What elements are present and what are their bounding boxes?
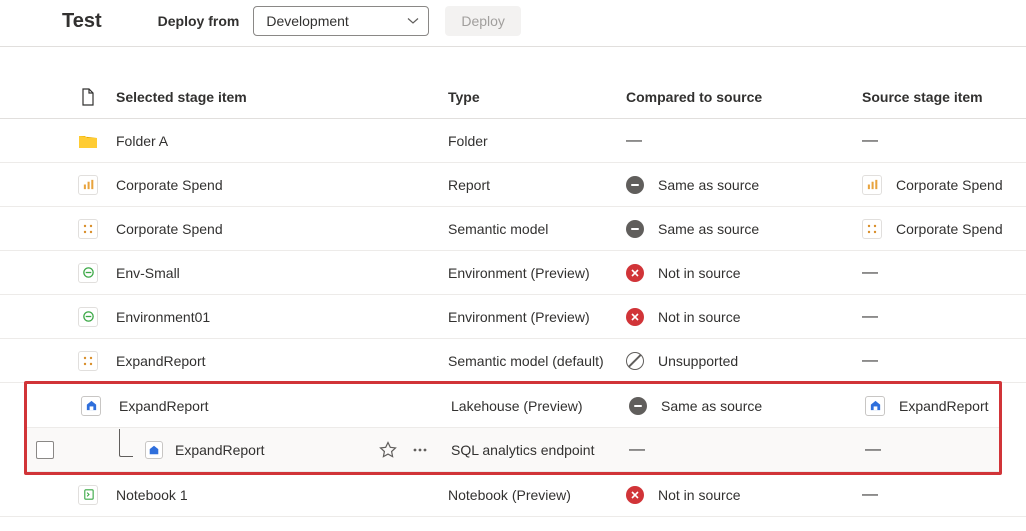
stage-header: Test Deploy from Development Deploy [0, 0, 1026, 47]
table-row[interactable]: Env-Small Environment (Preview) Not in s… [0, 251, 1026, 295]
file-icon [81, 88, 95, 106]
source-name: Corporate Spend [896, 177, 1003, 193]
item-name: ExpandReport [119, 398, 209, 414]
table-row[interactable]: Environment01 Environment (Preview) Not … [0, 295, 1026, 339]
item-name: Corporate Spend [116, 177, 223, 193]
row-checkbox[interactable] [36, 441, 54, 459]
stage-title: Test [62, 10, 102, 33]
status-same-icon [626, 220, 644, 238]
source-dash: — [862, 352, 878, 370]
compare-label: Same as source [658, 177, 759, 193]
status-unsupported-icon [626, 352, 644, 370]
header-compared[interactable]: Compared to source [626, 89, 862, 105]
header-icon-cell [60, 88, 116, 106]
deploy-button[interactable]: Deploy [445, 6, 521, 36]
header-source-item[interactable]: Source stage item [862, 89, 1026, 105]
item-name: Env-Small [116, 265, 180, 281]
item-type: Notebook (Preview) [448, 487, 571, 503]
table-row[interactable]: Corporate Spend Semantic model Same as s… [0, 207, 1026, 251]
more-options-icon[interactable] [411, 441, 429, 459]
semantic-model-icon [78, 219, 98, 239]
source-dash: — [862, 264, 878, 282]
compare-label: Not in source [658, 309, 740, 325]
item-type: SQL analytics endpoint [451, 442, 594, 458]
folder-icon [78, 133, 98, 149]
status-not-in-source-icon [626, 264, 644, 282]
item-name: Notebook 1 [116, 487, 188, 503]
report-icon [78, 175, 98, 195]
item-name: Environment01 [116, 309, 210, 325]
compare-dash: — [626, 132, 642, 150]
table-header-row: Selected stage item Type Compared to sou… [0, 75, 1026, 119]
source-stage-select[interactable]: Development [253, 6, 429, 36]
item-type: Environment (Preview) [448, 309, 590, 325]
source-name: Corporate Spend [896, 221, 1003, 237]
status-not-in-source-icon [626, 486, 644, 504]
status-same-icon [629, 397, 647, 415]
tree-connector-icon [119, 429, 133, 457]
semantic-model-icon [862, 219, 882, 239]
header-type[interactable]: Type [448, 89, 626, 105]
status-same-icon [626, 176, 644, 194]
source-stage-select-wrap: Development [253, 6, 429, 36]
lakehouse-icon [81, 396, 101, 416]
table-row[interactable]: Corporate Spend Report Same as source Co… [0, 163, 1026, 207]
notebook-icon [78, 485, 98, 505]
source-dash: — [862, 308, 878, 326]
item-name: Folder A [116, 133, 168, 149]
table-row[interactable]: ExpandReport Semantic model (default) Un… [0, 339, 1026, 383]
lakehouse-icon [865, 396, 885, 416]
item-name: ExpandReport [116, 353, 206, 369]
report-icon [862, 175, 882, 195]
item-type: Environment (Preview) [448, 265, 590, 281]
item-type: Semantic model [448, 221, 548, 237]
environment-icon [78, 263, 98, 283]
item-name: ExpandReport [175, 442, 265, 458]
compare-label: Not in source [658, 265, 740, 281]
sql-endpoint-icon [145, 441, 163, 459]
semantic-model-icon [78, 351, 98, 371]
highlighted-group: ExpandReport Lakehouse (Preview) Same as… [24, 381, 1002, 475]
header-selected-item[interactable]: Selected stage item [116, 89, 448, 105]
environment-icon [78, 307, 98, 327]
favorite-icon[interactable] [379, 441, 397, 459]
source-name: ExpandReport [899, 398, 989, 414]
compare-label: Same as source [661, 398, 762, 414]
item-type: Folder [448, 133, 488, 149]
compare-label: Same as source [658, 221, 759, 237]
source-dash: — [862, 132, 878, 150]
deploy-from-label: Deploy from [158, 13, 240, 29]
status-not-in-source-icon [626, 308, 644, 326]
item-type: Lakehouse (Preview) [451, 398, 583, 414]
table-row[interactable]: ExpandReport Lakehouse (Preview) Same as… [27, 384, 999, 428]
compare-label: Not in source [658, 487, 740, 503]
table-row[interactable]: Folder A Folder — — [0, 119, 1026, 163]
table-row-child[interactable]: ExpandReport SQL analytics endpoint — — [27, 428, 999, 472]
items-table: Selected stage item Type Compared to sou… [0, 75, 1026, 517]
item-type: Report [448, 177, 490, 193]
compare-label: Unsupported [658, 353, 738, 369]
item-type: Semantic model (default) [448, 353, 604, 369]
table-row[interactable]: Notebook 1 Notebook (Preview) Not in sou… [0, 473, 1026, 517]
source-dash: — [865, 441, 881, 459]
source-dash: — [862, 486, 878, 504]
compare-dash: — [629, 441, 645, 459]
item-name: Corporate Spend [116, 221, 223, 237]
